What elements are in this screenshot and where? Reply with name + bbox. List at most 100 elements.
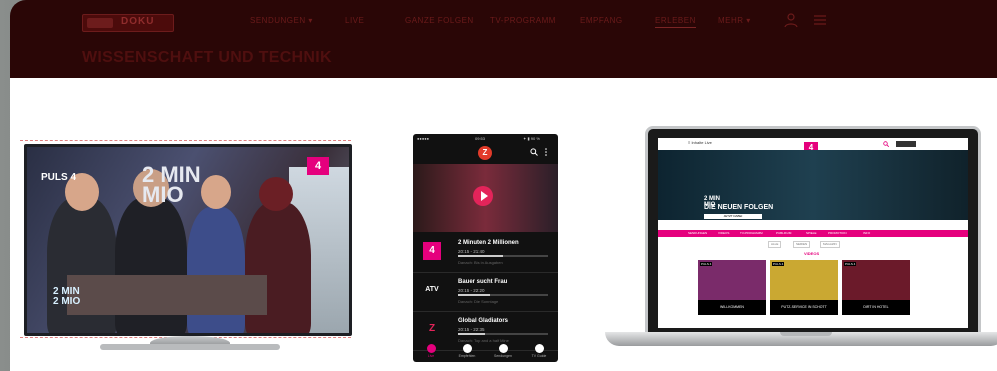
filter-pill[interactable]: ALLE (768, 241, 782, 248)
tab-label: Sendungen (494, 354, 512, 358)
video-caption: DIRT IN HOTEL (842, 300, 910, 315)
show-title: Bauer sucht Frau (458, 279, 508, 285)
progress-fill (458, 294, 490, 296)
tv-person-1 (47, 197, 117, 333)
video-caption: WILLKOMMEN (698, 300, 766, 315)
video-card[interactable]: PULS 4 PUTZ-SERVICE IN SCHOTT (770, 260, 838, 315)
video-caption: PUTZ-SERVICE IN SCHOTT (770, 300, 838, 315)
tv-head-3 (201, 175, 231, 209)
user-icon[interactable] (783, 12, 799, 28)
page-title: WISSENSCHAFT UND TECHNIK (82, 49, 332, 66)
tab-label: Live (427, 354, 435, 358)
video-thumbnail (842, 260, 910, 300)
logo-mark-icon (87, 18, 113, 28)
phone-tab-bar: Live Empfehlen Sendungen TV Guide (413, 344, 558, 362)
laptop-cta-button[interactable]: JETZT DABEI (704, 214, 762, 219)
program-row[interactable]: 4 2 Minuten 2 Millionen 20:15 - 21:40 Da… (413, 234, 558, 273)
tab-empfehlen[interactable]: Empfehlen (449, 344, 485, 358)
tv-channel-label: PULS 4 (41, 172, 77, 183)
progress-bar (458, 255, 548, 257)
tab-live[interactable]: Live (413, 344, 449, 358)
filter-pill[interactable]: SERIEN (793, 241, 811, 248)
nav-item-sendungen[interactable]: SENDUNGEN ▾ (250, 16, 313, 25)
video-thumbnail (698, 260, 766, 300)
progress-fill (458, 255, 503, 257)
laptop-website: ≡ Inhalte Live 4 2 MIN MIO DIE NEUEN FOL… (658, 138, 968, 328)
laptop-nav-bar: SENDUNGEN VIDEOS TV-PROGRAMM PUBLIKUM SP… (658, 230, 968, 237)
video-tag: PULS 4 (700, 262, 713, 266)
laptop-nav-item[interactable]: PROMOTION (828, 231, 847, 235)
tv-person-2 (115, 197, 187, 333)
laptop-nav-item[interactable]: TV-PROGRAMM (740, 231, 763, 235)
channel-logo: ATV (425, 286, 439, 293)
video-thumbnail (770, 260, 838, 300)
laptop-search-icon[interactable] (883, 141, 889, 147)
star-icon (462, 344, 472, 353)
more-icon[interactable] (544, 148, 548, 156)
nav-item-live[interactable]: LIVE (345, 16, 364, 25)
play-icon[interactable] (473, 186, 493, 206)
show-time: 20:15 - 22:35 (458, 327, 485, 332)
laptop-nav-item[interactable]: VIDEOS (718, 231, 729, 235)
next-show: Danach: Top and a half Mine (458, 338, 509, 343)
tv-screen: PULS 4 2 MIN MIO 2 MIN 2 MIO 4 (24, 144, 352, 336)
app-logo: Z (478, 146, 492, 160)
status-time: 09:53 (475, 136, 486, 141)
tv-head-4 (259, 177, 293, 211)
search-icon[interactable] (530, 148, 538, 156)
devices-panel: PULS 4 2 MIN MIO 2 MIN 2 MIO 4 ●●●●● 09:… (10, 78, 997, 371)
video-tag: PULS 4 (844, 262, 857, 266)
status-battery: ✦ ▮ 90 % (523, 136, 540, 141)
laptop-menu[interactable]: ≡ Inhalte Live (688, 140, 712, 145)
tv-scene-table (67, 275, 267, 315)
site-logo[interactable]: DOKU (82, 14, 174, 32)
top-navigation: DOKU SENDUNGEN ▾ LIVE GANZE FOLGEN TV-PR… (10, 0, 997, 40)
tab-label: TV Guide (531, 354, 547, 358)
show-title: Global Gladiators (458, 318, 509, 324)
progress-bar (458, 294, 548, 296)
progress-fill (458, 333, 485, 335)
video-card[interactable]: PULS 4 WILLKOMMEN (698, 260, 766, 315)
site-header: DOKU SENDUNGEN ▾ LIVE GANZE FOLGEN TV-PR… (10, 0, 997, 78)
laptop-nav-item[interactable]: SPIELE (806, 231, 817, 235)
nav-item-empfang[interactable]: EMPFANG (580, 16, 623, 25)
channel-logo: Z (428, 323, 436, 334)
menu-icon[interactable] (812, 12, 828, 28)
phone-screen: ●●●●● 09:53 ✦ ▮ 90 % Z 4 2 Minuten 2 Mil… (413, 134, 558, 362)
status-carrier: ●●●●● (417, 136, 430, 141)
video-tag: PULS 4 (772, 262, 785, 266)
show-title: 2 Minuten 2 Millionen (458, 240, 519, 246)
video-card[interactable]: PULS 4 DIRT IN HOTEL (842, 260, 910, 315)
progress-bar (458, 333, 548, 335)
nav-item-erleben[interactable]: ERLEBEN (655, 16, 696, 28)
show-time: 20:15 - 21:40 (458, 249, 485, 254)
nav-item-tv-programm[interactable]: TV-PROGRAMM (490, 16, 556, 25)
nav-item-mehr[interactable]: MEHR ▾ (718, 16, 751, 25)
laptop-nav-item[interactable]: INFO (863, 231, 870, 235)
play-circle-icon (498, 344, 508, 353)
live-icon (426, 344, 436, 353)
tab-tv-guide[interactable]: TV Guide (521, 344, 557, 358)
laptop-hero-title: DIE NEUEN FOLGEN (704, 204, 774, 211)
next-show: Danach: Die Sonntage (458, 299, 499, 304)
nav-item-ganze-folgen[interactable]: GANZE FOLGEN (405, 16, 474, 25)
laptop-nav-item[interactable]: SENDUNGEN (688, 231, 707, 235)
filter-pill[interactable]: MAGAZIN (820, 241, 840, 248)
laptop-nav-item[interactable]: PUBLIKUM (776, 231, 791, 235)
tab-sendungen[interactable]: Sendungen (485, 344, 521, 358)
phone-status-bar: ●●●●● 09:53 ✦ ▮ 90 % (413, 134, 558, 142)
logo-label: DOKU (121, 16, 155, 27)
tv-base (100, 344, 280, 350)
program-row[interactable]: ATV Bauer sucht Frau 20:15 - 22:20 Danac… (413, 273, 558, 312)
tv-show-title: 2 MIN MIO (142, 162, 201, 207)
tv-person-4 (245, 202, 311, 333)
next-show: Danach: Bis in Ausgaben (458, 260, 503, 265)
laptop-section-title: VIDEOS (804, 251, 820, 256)
show-time: 20:15 - 22:20 (458, 288, 485, 293)
tab-label: Empfehlen (458, 354, 476, 358)
channel-logo: 4 (423, 242, 441, 260)
tv-channel-badge: 4 (307, 157, 329, 175)
laptop-screen: ≡ Inhalte Live 4 2 MIN MIO DIE NEUEN FOL… (645, 126, 981, 337)
social-icons[interactable] (896, 141, 916, 147)
tv-person-3 (187, 207, 245, 333)
